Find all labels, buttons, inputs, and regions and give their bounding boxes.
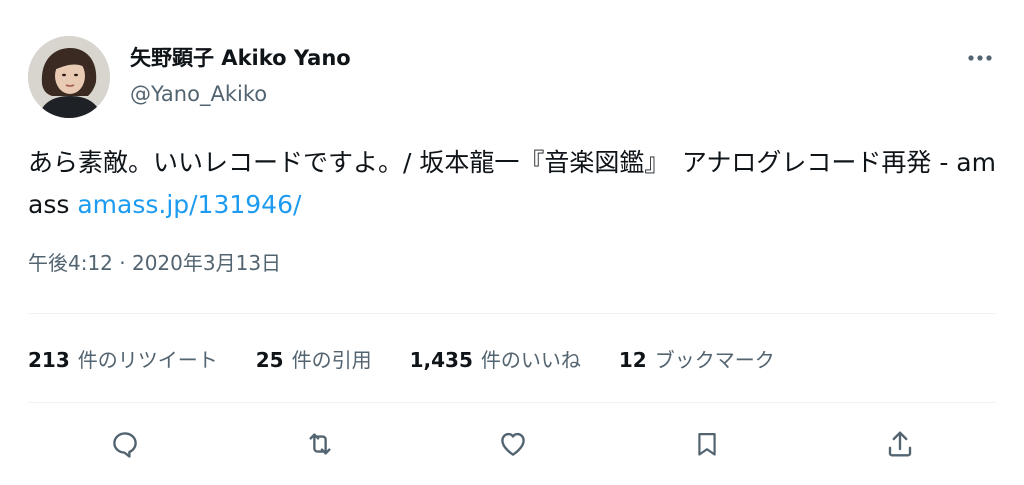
like-icon (501, 432, 525, 456)
divider-bottom (28, 402, 996, 403)
retweets-label: 件のリツイート (77, 347, 218, 372)
likes-count: 1,435 (409, 347, 473, 372)
like-button[interactable] (489, 420, 537, 468)
share-button[interactable] (876, 420, 924, 468)
bookmarks-label: ブックマーク (654, 347, 775, 372)
author-handle[interactable]: @Yano_Akiko (130, 80, 267, 108)
bookmarks-count: 12 (618, 347, 647, 372)
author-display-name[interactable]: 矢野顕子 Akiko Yano (130, 44, 351, 72)
avatar[interactable] (28, 36, 110, 118)
retweets-count: 213 (28, 347, 70, 372)
quotes-count: 25 (255, 347, 284, 372)
share-icon (888, 431, 912, 457)
stat-bookmarks[interactable]: 12 ブックマーク (619, 344, 775, 373)
tweet-timestamp[interactable]: 午後4:12 · 2020年3月13日 (28, 248, 281, 278)
quotes-label: 件の引用 (291, 347, 372, 372)
bookmark-icon (698, 432, 716, 456)
stat-retweets[interactable]: 213 件のリツイート (28, 344, 218, 373)
more-icon (968, 55, 992, 61)
reply-icon (113, 432, 137, 458)
action-bar (0, 414, 1024, 474)
retweet-button[interactable] (296, 420, 344, 468)
tweet-text: あら素敵。いいレコードですよ。/ 坂本龍一『音楽図鑑』 アナログレコード再発 -… (28, 142, 998, 226)
retweet-icon (309, 433, 331, 455)
stat-quotes[interactable]: 25 件の引用 (256, 344, 372, 373)
stat-likes[interactable]: 1,435 件のいいね (410, 344, 581, 373)
bookmark-button[interactable] (683, 420, 731, 468)
tweet: 矢野顕子 Akiko Yano @Yano_Akiko あら素敵。いいレコードで… (0, 0, 1024, 485)
more-options-button[interactable] (960, 40, 1000, 76)
likes-label: 件のいいね (480, 347, 581, 372)
reply-button[interactable] (101, 420, 149, 468)
tweet-link[interactable]: amass.jp/131946/ (77, 190, 301, 219)
tweet-stats: 213 件のリツイート 25 件の引用 1,435 件のいいね 12 ブックマーク (28, 340, 813, 376)
divider-top (28, 313, 996, 314)
